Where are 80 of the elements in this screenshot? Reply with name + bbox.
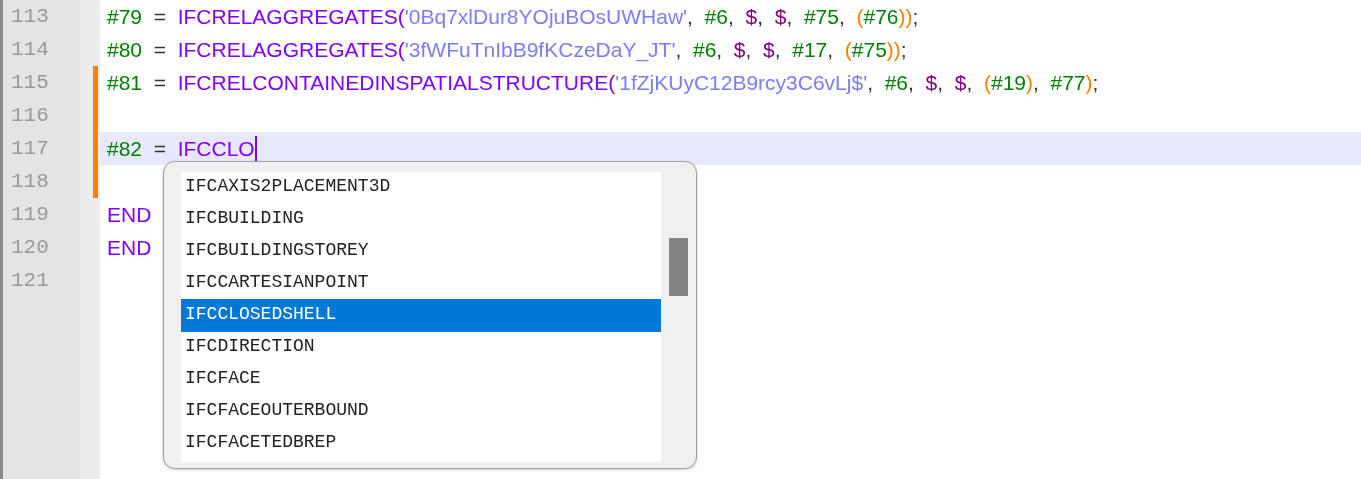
parenthesis: )) [898,4,913,30]
dollar-sign: $ [774,4,787,30]
string-literal: '3fWFuTnIbB9fKCzeDaY_JT' [404,37,676,64]
line-number: 118 [10,169,50,195]
parenthesis: ) [1085,70,1093,96]
operator: , [727,4,735,30]
autocomplete-item[interactable]: IFCFACETEDBREP [181,427,661,460]
text-cursor [254,135,257,162]
operator: , [687,4,694,30]
entity-reference: #75 [803,4,839,30]
keyword: IFCRELCONTAINEDINSPATIALSTRUCTURE [177,70,609,96]
autocomplete-item[interactable]: IFCFACEOUTERBOUND [181,395,661,428]
operator: , [937,70,945,96]
line-number: 114 [10,37,50,63]
operator: ; [900,37,907,63]
dollar-sign: $ [954,70,967,96]
operator: = [152,136,167,162]
entity-reference: #75 [851,37,887,63]
line-number: 116 [10,103,50,129]
keyword: IFCCLO [177,136,255,162]
operator: , [908,70,915,96]
operator: ; [1092,70,1099,96]
keyword: END [107,202,152,228]
parenthesis: ( [844,37,852,63]
operator: , [774,37,782,63]
entity-reference: #6 [704,4,728,30]
operator: , [675,37,683,63]
operator: , [966,70,974,96]
entity-reference: #6 [884,70,909,96]
dollar-sign: $ [763,37,775,63]
keyword: END [107,235,152,261]
autocomplete-item[interactable]: IFCAXIS2PLACEMENT3D [181,171,661,204]
parenthesis: )) [886,37,901,63]
line-number: 113 [10,4,50,30]
entity-reference: #81 [107,70,143,96]
operator: , [745,37,753,63]
entity-reference: #6 [692,37,717,63]
string-literal: '1fZjKUyC12B9rcy3C6vLj$' [615,70,868,96]
entity-reference: #19 [990,70,1026,96]
entity-reference: #80 [107,37,143,63]
operator: , [867,70,874,96]
scrollbar-thumb[interactable] [669,238,688,296]
string-literal: '0Bq7xlDur8YOjuBOsUWHaw' [404,4,688,30]
dollar-sign: $ [925,70,938,96]
entity-reference: #79 [107,4,143,30]
autocomplete-item[interactable]: IFCBUILDING [181,203,661,236]
keyword: ( [397,37,405,61]
line-number: 119 [10,202,50,228]
entity-reference: #76 [863,4,899,30]
operator: , [786,4,794,30]
entity-reference: #77 [1050,70,1086,96]
keyword: IFCRELAGGREGATES [177,4,398,30]
operator: , [716,37,724,63]
dollar-sign: $ [733,37,746,63]
operator: = [152,37,167,63]
operator: ; [912,4,919,30]
autocomplete-item[interactable]: IFCDIRECTION [181,331,661,364]
autocomplete-item[interactable]: IFCCLOSEDSHELL [181,299,661,332]
autocomplete-item[interactable]: IFCCARTESIANPOINT [181,267,661,300]
line-number: 121 [10,268,50,294]
line-number: 117 [10,136,50,162]
entity-reference: #82 [107,136,143,162]
keyword: IFCRELAGGREGATES [177,37,398,63]
parenthesis: ( [856,4,864,30]
line-number: 120 [10,235,50,261]
operator: , [757,4,764,30]
operator: = [152,70,167,96]
dollar-sign: $ [745,4,758,30]
keyword: ( [608,70,616,96]
autocomplete-item[interactable]: IFCBUILDINGSTOREY [181,235,661,268]
parenthesis: ) [1026,70,1033,96]
line-number: 115 [10,70,50,96]
operator: , [827,37,835,63]
entity-reference: #17 [792,37,828,63]
operator: = [152,4,167,30]
operator: , [838,4,846,30]
autocomplete-item[interactable]: IFCFACE [181,363,661,396]
keyword: ( [397,4,405,30]
operator: , [1033,70,1040,96]
parenthesis: ( [983,70,991,96]
